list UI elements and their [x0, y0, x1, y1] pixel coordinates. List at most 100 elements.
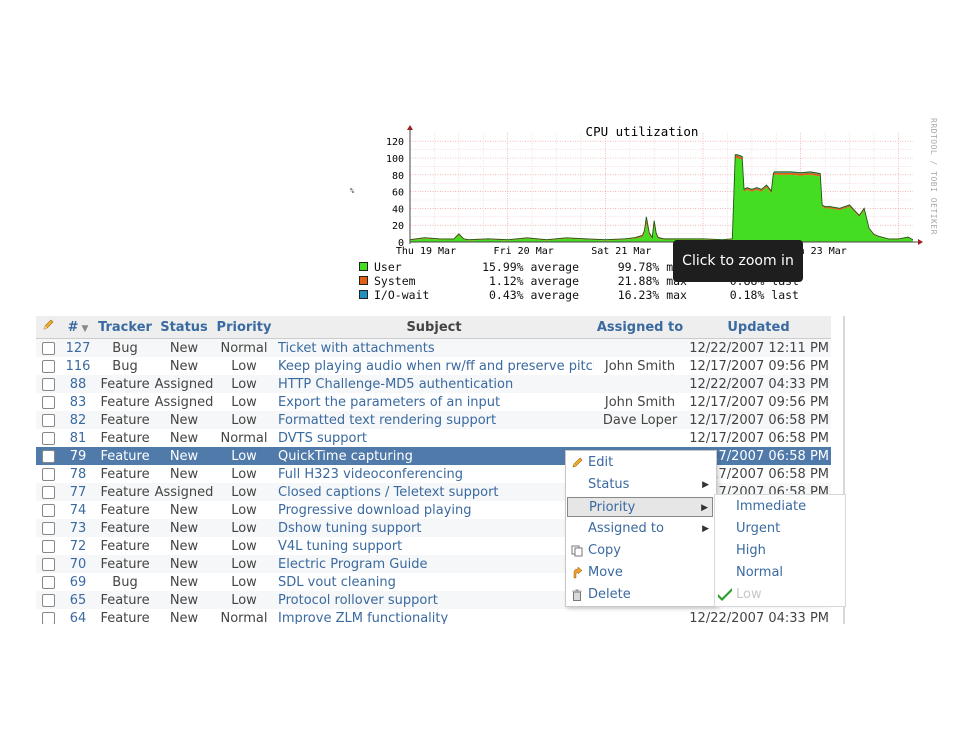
- issue-status: New: [154, 411, 214, 429]
- issue-id-link[interactable]: 78: [60, 465, 96, 483]
- issue-subject-link[interactable]: Closed captions / Teletext support: [274, 483, 594, 501]
- menu-item-priority[interactable]: Priority ▶: [567, 497, 713, 517]
- row-checkbox[interactable]: [41, 377, 55, 391]
- row-checkbox[interactable]: [41, 575, 55, 589]
- row-checkbox[interactable]: [41, 431, 55, 445]
- menu-item-assigned-to[interactable]: Assigned to ▶: [567, 519, 713, 539]
- issue-subject-link[interactable]: QuickTime capturing: [274, 447, 594, 465]
- issue-subject-link[interactable]: Electric Program Guide: [274, 555, 594, 573]
- menu-item-status[interactable]: Status ▶: [567, 475, 713, 495]
- row-checkbox[interactable]: [41, 539, 55, 553]
- table-row[interactable]: 83 Feature Assigned Low Export the parameter…: [36, 393, 831, 411]
- column-header-id[interactable]: # ▼: [60, 316, 96, 339]
- column-header-tracker[interactable]: Tracker: [96, 316, 154, 339]
- issue-subject-link[interactable]: V4L tuning support: [274, 537, 594, 555]
- issue-subject-link[interactable]: Ticket with attachments: [274, 338, 594, 357]
- row-checkbox[interactable]: [41, 521, 55, 535]
- issue-status: New: [154, 447, 214, 465]
- issue-subject-link[interactable]: SDL vout cleaning: [274, 573, 594, 591]
- issue-subject-link[interactable]: Full H323 videoconferencing: [274, 465, 594, 483]
- issue-id-link[interactable]: 73: [60, 519, 96, 537]
- cpu-chart[interactable]: CPU utilization% 0 20 40 60 80 100 120 Thu 19 Ma…: [345, 115, 945, 305]
- toggle-all-header[interactable]: [36, 316, 60, 339]
- issue-id-link[interactable]: 83: [60, 393, 96, 411]
- pencil-icon: [572, 457, 583, 468]
- issue-subject-link[interactable]: Dshow tuning support: [274, 519, 594, 537]
- row-checkbox[interactable]: [41, 413, 55, 427]
- issue-id-link[interactable]: 72: [60, 537, 96, 555]
- legend-name: I/O-wait: [374, 288, 430, 302]
- table-row[interactable]: 116 Bug New Low Keep playing audio when rw/f…: [36, 357, 831, 375]
- trash-icon: [572, 589, 582, 601]
- priority-option-normal[interactable]: Normal: [715, 562, 845, 584]
- issue-subject-link[interactable]: DVTS support: [274, 429, 594, 447]
- issue-subject-link[interactable]: HTTP Challenge-MD5 authentication: [274, 375, 594, 393]
- table-row[interactable]: 127 Bug New Normal Ticket with attachments 12…: [36, 338, 831, 357]
- issue-updated: 12/17/2007 09:56 PM: [686, 357, 831, 375]
- menu-item-label: Move: [588, 565, 623, 580]
- issue-subject-link[interactable]: Formatted text rendering support: [274, 411, 594, 429]
- column-header-status[interactable]: Status: [154, 316, 214, 339]
- issue-id-link[interactable]: 127: [60, 338, 96, 357]
- issue-subject-link[interactable]: Protocol rollover support: [274, 591, 594, 609]
- issue-id-link[interactable]: 82: [60, 411, 96, 429]
- issue-subject-link[interactable]: Keep playing audio when rw/ff and preser…: [274, 357, 594, 375]
- issue-id-link[interactable]: 77: [60, 483, 96, 501]
- column-header-priority[interactable]: Priority: [214, 316, 274, 339]
- row-checkbox[interactable]: [41, 557, 55, 571]
- row-checkbox[interactable]: [41, 449, 55, 463]
- row-checkbox[interactable]: [41, 359, 55, 373]
- issue-priority: Low: [214, 465, 274, 483]
- issue-subject-link[interactable]: Export the parameters of an input: [274, 393, 594, 411]
- row-checkbox[interactable]: [41, 611, 55, 624]
- issue-id-link[interactable]: 79: [60, 447, 96, 465]
- menu-item-copy[interactable]: Copy: [567, 541, 713, 561]
- issue-subject-link[interactable]: Progressive download playing: [274, 501, 594, 519]
- row-checkbox-cell: [36, 411, 60, 429]
- priority-option-high[interactable]: High: [715, 540, 845, 562]
- rrdtool-credit: RRDTOOL / TOBI OETIKER: [929, 118, 938, 235]
- menu-item-delete[interactable]: Delete: [567, 585, 713, 605]
- row-checkbox-cell: [36, 447, 60, 465]
- issue-priority: Low: [214, 519, 274, 537]
- issue-tracker: Feature: [96, 555, 154, 573]
- issue-id-link[interactable]: 88: [60, 375, 96, 393]
- column-header-subject[interactable]: Subject: [274, 316, 594, 339]
- menu-item-edit[interactable]: Edit: [567, 453, 713, 473]
- priority-option-urgent[interactable]: Urgent: [715, 518, 845, 540]
- y-tick-label: 120: [386, 137, 404, 148]
- row-checkbox[interactable]: [41, 503, 55, 517]
- pencil-icon[interactable]: [42, 319, 54, 331]
- table-header-row: # ▼ Tracker Status Priority Subject Assig…: [36, 316, 831, 339]
- issue-subject-link[interactable]: Improve ZLM functionality: [274, 609, 594, 624]
- issue-id-link[interactable]: 116: [60, 357, 96, 375]
- issue-priority: Low: [214, 573, 274, 591]
- priority-option-immediate[interactable]: Immediate: [715, 496, 845, 518]
- issue-tracker: Feature: [96, 447, 154, 465]
- issue-id-link[interactable]: 74: [60, 501, 96, 519]
- cpu-chart-plot[interactable]: CPU utilization%020406080100120Thu 19 Ma…: [345, 115, 945, 260]
- issue-id-link[interactable]: 69: [60, 573, 96, 591]
- table-row[interactable]: 64 Feature New Normal Improve ZLM functional…: [36, 609, 831, 624]
- issue-updated: 12/22/2007 04:33 PM: [686, 375, 831, 393]
- row-checkbox[interactable]: [41, 467, 55, 481]
- row-checkbox[interactable]: [41, 485, 55, 499]
- menu-item-move[interactable]: Move: [567, 563, 713, 583]
- issue-id-link[interactable]: 81: [60, 429, 96, 447]
- legend-swatch: [359, 290, 368, 299]
- row-checkbox[interactable]: [41, 593, 55, 607]
- table-row[interactable]: 81 Feature New Normal DVTS support 12/17/2007…: [36, 429, 831, 447]
- issue-status: New: [154, 357, 214, 375]
- zoom-tooltip: Click to zoom in: [673, 240, 803, 282]
- row-checkbox[interactable]: [41, 395, 55, 409]
- issue-id-link[interactable]: 65: [60, 591, 96, 609]
- table-row[interactable]: 82 Feature New Low Formatted text rendering …: [36, 411, 831, 429]
- issue-updated: 12/22/2007 12:11 PM: [686, 338, 831, 357]
- issue-status: New: [154, 537, 214, 555]
- table-row[interactable]: 88 Feature Assigned Low HTTP Challenge-MD5 a…: [36, 375, 831, 393]
- column-header-assigned-to[interactable]: Assigned to: [594, 316, 686, 339]
- issue-id-link[interactable]: 70: [60, 555, 96, 573]
- issue-id-link[interactable]: 64: [60, 609, 96, 624]
- column-header-updated[interactable]: Updated: [686, 316, 831, 339]
- row-checkbox[interactable]: [41, 341, 55, 355]
